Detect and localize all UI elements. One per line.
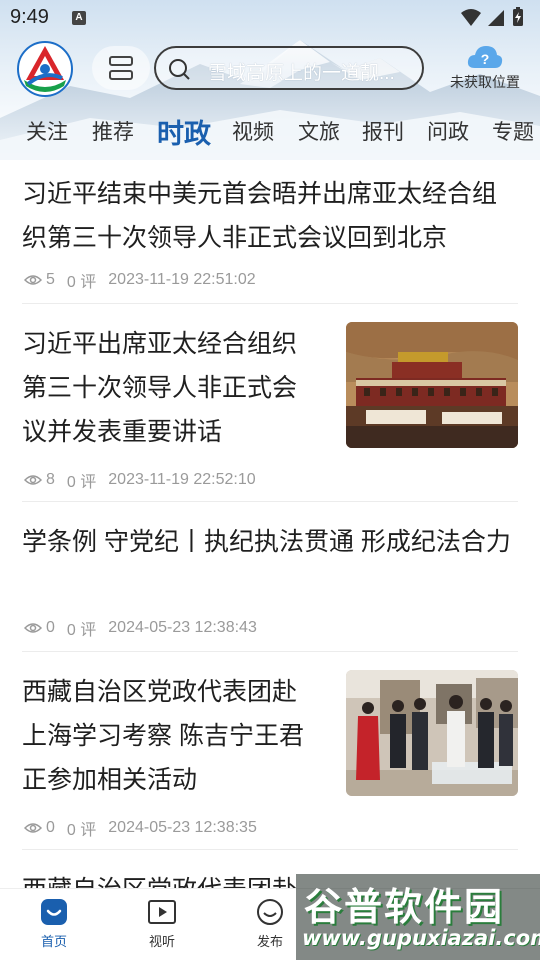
publish-time: 2023-11-19 22:52:10 [108, 471, 256, 488]
news-meta: 8 0 评 2023-11-19 22:52:10 [24, 468, 256, 491]
site-watermark: 谷普软件园 www.gupuxiazai.com [296, 874, 540, 960]
nav-publish[interactable]: 发布 [240, 897, 300, 950]
publish-time: 2023-11-19 22:51:02 [108, 271, 256, 288]
news-meta: 0 0 评 2024-05-23 12:38:35 [24, 816, 257, 839]
comment-count: 0 评 [66, 274, 97, 291]
app-header: 9:49 A 雪域高原上的一道靓... ? 未获取位置 关注 推荐 时政 视频 … [0, 0, 540, 160]
home-icon [41, 899, 67, 925]
tab-guanzhu[interactable]: 关注 [26, 116, 68, 146]
status-bar: 9:49 A [0, 0, 540, 36]
news-title: 西藏自治区党政代表团赴 [22, 868, 318, 888]
news-title: 学条例 守党纪丨执纪执法贯通 形成纪法合力 [22, 528, 511, 556]
channel-tabs: 关注 推荐 时政 视频 文旅 报刊 问政 专题 [0, 108, 540, 154]
watermark-url: www.gupuxiazai.com [302, 926, 540, 950]
eye-icon [24, 623, 42, 633]
news-item[interactable]: 学条例 守党纪丨执纪执法贯通 形成纪法合力 0 0 评 2024-05-23 12:… [22, 520, 518, 652]
cloud-question-icon: ? [467, 46, 503, 68]
monastery-photo [346, 322, 518, 448]
news-item[interactable]: 习近平结束中美元首会晤并出席亚太经合组织第三十次领导人非正式会议回到北京 5 0 … [22, 172, 518, 304]
eye-icon [24, 475, 42, 485]
nav-label: 首页 [40, 934, 67, 949]
nav-label: 视听 [148, 934, 175, 949]
news-meta: 5 0 评 2023-11-19 22:51:02 [24, 268, 256, 291]
svg-text:?: ? [481, 51, 490, 67]
news-title: 习近平出席亚太经合组织第三十次领导人非正式会议并发表重要讲话 [22, 330, 298, 446]
tab-baokan[interactable]: 报刊 [362, 116, 404, 146]
menu-button[interactable] [92, 46, 150, 90]
watermark-title: 谷普软件园 [304, 885, 505, 929]
cell-signal-icon [488, 10, 504, 26]
publish-time: 2024-05-23 12:38:43 [108, 619, 257, 636]
signal-battery-icons [461, 7, 523, 26]
search-bar[interactable]: 雪域高原上的一道靓... [154, 46, 424, 90]
video-icon [148, 900, 176, 924]
eye-icon [24, 823, 42, 833]
nav-home[interactable]: 首页 [24, 897, 84, 950]
app-logo-icon[interactable] [16, 40, 74, 98]
comment-count: 0 评 [66, 622, 97, 639]
tab-shipin[interactable]: 视频 [232, 116, 274, 146]
delegation-photo [346, 670, 518, 796]
notification-icon: A [72, 11, 86, 25]
view-count: 0 [46, 819, 55, 836]
nav-video[interactable]: 视听 [132, 897, 192, 950]
news-title: 习近平结束中美元首会晤并出席亚太经合组织第三十次领导人非正式会议回到北京 [22, 180, 498, 252]
view-count: 5 [46, 271, 55, 288]
news-thumbnail[interactable] [346, 670, 518, 796]
nav-label: 发布 [256, 934, 283, 949]
search-placeholder: 雪域高原上的一道靓... [208, 63, 395, 84]
eye-icon [24, 275, 42, 285]
tab-wenzheng[interactable]: 问政 [427, 116, 469, 146]
location-label: 未获取位置 [450, 74, 520, 90]
view-count: 8 [46, 471, 55, 488]
publish-time: 2024-05-23 12:38:35 [108, 819, 257, 836]
menu-icon [109, 56, 133, 80]
news-item[interactable]: 习近平出席亚太经合组织第三十次领导人非正式会议并发表重要讲话 8 0 评 202… [22, 322, 518, 502]
publish-icon [257, 899, 283, 925]
status-time: 9:49 [10, 6, 49, 28]
news-item[interactable]: 西藏自治区党政代表团赴上海学习考察 陈吉宁王君正参加相关活动 0 0 评 202… [22, 670, 518, 850]
news-title: 西藏自治区党政代表团赴上海学习考察 陈吉宁王君正参加相关活动 [22, 678, 304, 794]
news-meta: 0 0 评 2024-05-23 12:38:43 [24, 616, 257, 639]
comment-count: 0 评 [66, 822, 97, 839]
tab-wenlv[interactable]: 文旅 [298, 116, 340, 146]
search-icon [169, 59, 190, 80]
wifi-icon [461, 9, 481, 26]
view-count: 0 [46, 619, 55, 636]
news-feed: 习近平结束中美元首会晤并出席亚太经合组织第三十次领导人非正式会议回到北京 5 0 … [0, 160, 540, 888]
tab-zhuanti[interactable]: 专题 [492, 116, 534, 146]
location-button[interactable]: ? 未获取位置 [440, 40, 530, 96]
news-thumbnail[interactable] [346, 322, 518, 448]
tab-tuijian[interactable]: 推荐 [92, 116, 134, 146]
comment-count: 0 评 [66, 474, 97, 491]
tab-shizheng[interactable]: 时政 [157, 112, 211, 151]
